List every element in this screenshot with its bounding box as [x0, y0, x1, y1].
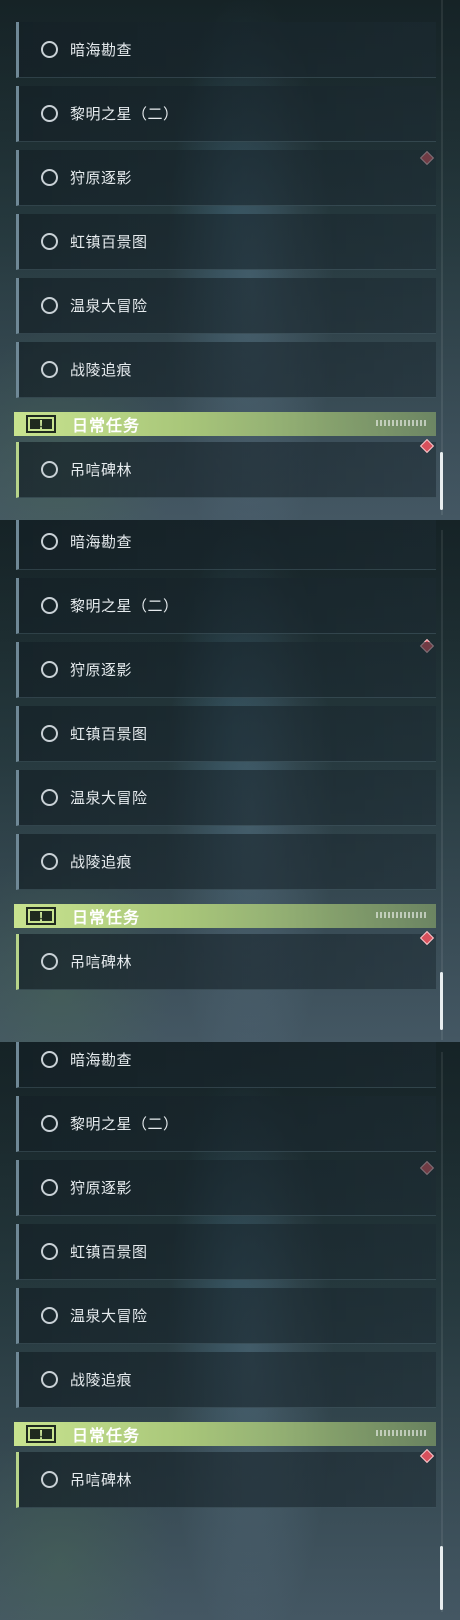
- quest-item[interactable]: 战陵追痕: [16, 342, 436, 398]
- quest-item[interactable]: 温泉大冒险: [16, 1288, 436, 1344]
- section-title: 日常任务: [72, 910, 141, 927]
- section-title: 日常任务: [72, 1428, 141, 1445]
- quest-label: 虹镇百景图: [70, 726, 148, 743]
- exclamation-badge-icon: !: [26, 1425, 56, 1443]
- quest-label: 战陵追痕: [70, 1372, 133, 1389]
- quest-item[interactable]: 虹镇百景图: [16, 1224, 436, 1280]
- circle-outline-icon: [41, 1307, 58, 1324]
- quest-label: 虹镇百景图: [70, 234, 148, 251]
- circle-outline-icon: [41, 853, 58, 870]
- quest-label: 狩原逐影: [70, 1180, 133, 1197]
- circle-outline-icon: [41, 297, 58, 314]
- quest-item[interactable]: 暗海勘查: [16, 22, 436, 78]
- quest-label: 黎明之星（二）: [70, 1116, 179, 1133]
- quest-item[interactable]: 虹镇百景图: [16, 706, 436, 762]
- scrollbar-track[interactable]: [441, 0, 443, 515]
- circle-outline-icon: [41, 533, 58, 550]
- quest-item[interactable]: 温泉大冒险: [16, 770, 436, 826]
- exclamation-badge-icon: !: [26, 415, 56, 433]
- quest-label: 暗海勘查: [70, 42, 133, 59]
- header-decoration: [376, 420, 426, 426]
- circle-outline-icon: [41, 725, 58, 742]
- scrollbar-track[interactable]: [441, 1052, 443, 1612]
- daily-quests-header[interactable]: ! 日常任务: [14, 412, 436, 436]
- quest-item[interactable]: 黎明之星（二）: [16, 1096, 436, 1152]
- quest-item[interactable]: 暗海勘查: [16, 1042, 436, 1088]
- quest-label: 吊唁碑林: [70, 1472, 133, 1489]
- quest-label: 黎明之星（二）: [70, 598, 179, 615]
- quest-label: 吊唁碑林: [70, 954, 133, 971]
- quest-panel-2: 暗海勘查 黎明之星（二） 狩原逐影 虹镇百景图 温泉大冒险 战陵追痕 ! 日常任…: [0, 520, 460, 1042]
- circle-outline-icon: [41, 1179, 58, 1196]
- circle-outline-icon: [41, 661, 58, 678]
- daily-quests-header[interactable]: ! 日常任务: [14, 1422, 436, 1446]
- scrollbar-thumb[interactable]: [440, 452, 443, 510]
- scrollbar-thumb[interactable]: [440, 972, 443, 1030]
- quest-item[interactable]: 虹镇百景图: [16, 214, 436, 270]
- circle-outline-icon: [41, 1243, 58, 1260]
- quest-label: 战陵追痕: [70, 362, 133, 379]
- scrollbar-track[interactable]: [441, 530, 443, 1040]
- quest-panel-3: 暗海勘查 黎明之星（二） 狩原逐影 虹镇百景图 温泉大冒险 战陵追痕 ! 日常任…: [0, 1042, 460, 1620]
- daily-quests-header[interactable]: ! 日常任务: [14, 904, 436, 928]
- quest-label: 暗海勘查: [70, 534, 133, 551]
- quest-item[interactable]: 吊唁碑林: [16, 442, 436, 498]
- circle-outline-icon: [41, 169, 58, 186]
- quest-item[interactable]: 暗海勘查: [16, 520, 436, 570]
- circle-outline-icon: [41, 361, 58, 378]
- exclamation-badge-icon: !: [26, 907, 56, 925]
- circle-outline-icon: [41, 1051, 58, 1068]
- header-decoration: [376, 1430, 426, 1436]
- circle-outline-icon: [41, 1371, 58, 1388]
- quest-label: 温泉大冒险: [70, 298, 148, 315]
- quest-label: 狩原逐影: [70, 170, 133, 187]
- quest-label: 狩原逐影: [70, 662, 133, 679]
- circle-outline-icon: [41, 789, 58, 806]
- quest-label: 暗海勘查: [70, 1052, 133, 1069]
- quest-label: 虹镇百景图: [70, 1244, 148, 1261]
- circle-outline-icon: [41, 105, 58, 122]
- scrollbar-thumb[interactable]: [440, 1546, 443, 1610]
- quest-item[interactable]: 吊唁碑林: [16, 1452, 436, 1508]
- quest-label: 黎明之星（二）: [70, 106, 179, 123]
- quest-item[interactable]: 战陵追痕: [16, 834, 436, 890]
- quest-label: 温泉大冒险: [70, 1308, 148, 1325]
- quest-label: 战陵追痕: [70, 854, 133, 871]
- quest-label: 温泉大冒险: [70, 790, 148, 807]
- quest-item[interactable]: 战陵追痕: [16, 1352, 436, 1408]
- section-title: 日常任务: [72, 418, 141, 435]
- quest-item[interactable]: 温泉大冒险: [16, 278, 436, 334]
- quest-panel-1: 暗海勘查 黎明之星（二） 狩原逐影 虹镇百景图 温泉大冒险 战陵追痕 ! 日常任…: [0, 0, 460, 520]
- circle-outline-icon: [41, 953, 58, 970]
- quest-item[interactable]: 狩原逐影: [16, 150, 436, 206]
- header-decoration: [376, 912, 426, 918]
- circle-outline-icon: [41, 1471, 58, 1488]
- quest-item[interactable]: 狩原逐影: [16, 1160, 436, 1216]
- screen: 暗海勘查 黎明之星（二） 狩原逐影 虹镇百景图 温泉大冒险 战陵追痕 ! 日常任…: [0, 0, 460, 1620]
- circle-outline-icon: [41, 461, 58, 478]
- quest-item[interactable]: 黎明之星（二）: [16, 578, 436, 634]
- quest-item[interactable]: 黎明之星（二）: [16, 86, 436, 142]
- quest-item[interactable]: 吊唁碑林: [16, 934, 436, 990]
- circle-outline-icon: [41, 41, 58, 58]
- circle-outline-icon: [41, 233, 58, 250]
- circle-outline-icon: [41, 1115, 58, 1132]
- circle-outline-icon: [41, 597, 58, 614]
- quest-label: 吊唁碑林: [70, 462, 133, 479]
- quest-item[interactable]: 狩原逐影: [16, 642, 436, 698]
